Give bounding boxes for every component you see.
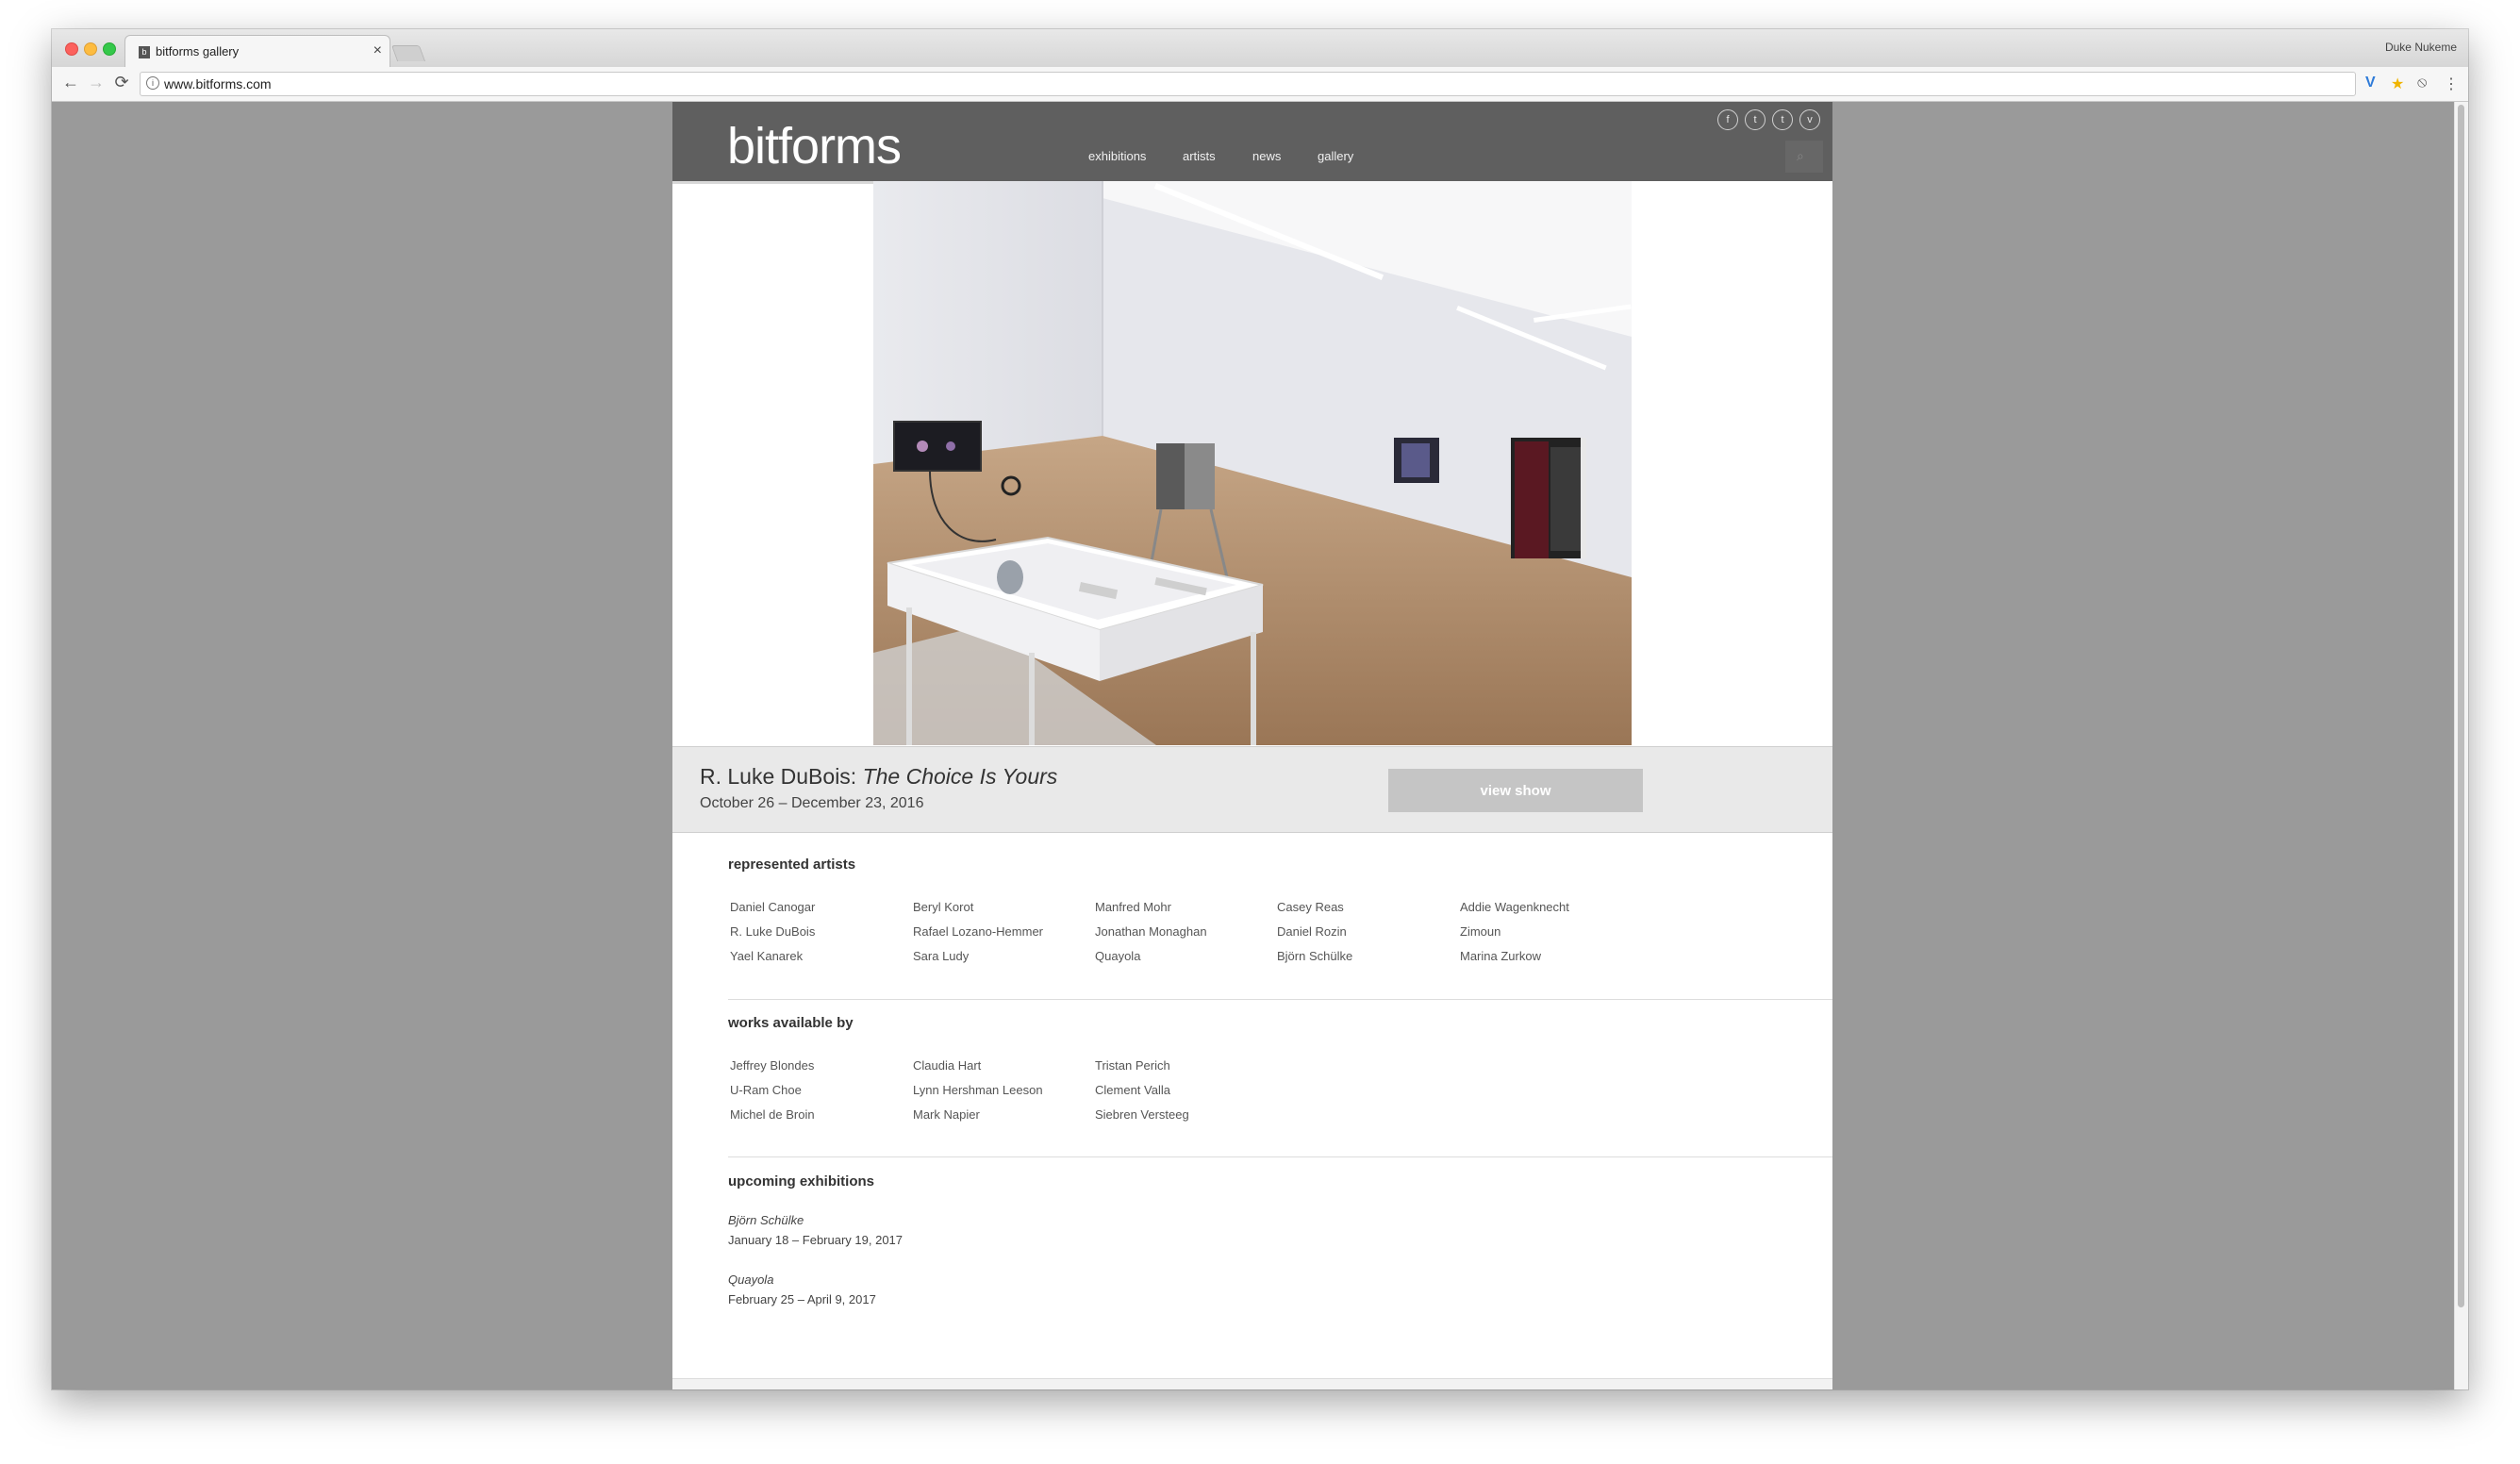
nav-exhibitions[interactable]: exhibitions <box>1088 149 1146 163</box>
upcoming-exhibition-name[interactable]: Quayola <box>728 1273 773 1287</box>
nav-news[interactable]: news <box>1252 149 1281 163</box>
scrollbar-thumb[interactable] <box>2458 105 2464 1307</box>
url-text[interactable]: www.bitforms.com <box>164 76 272 92</box>
artist-link[interactable]: Tristan Perich <box>1095 1058 1170 1073</box>
tab-close-icon[interactable]: × <box>373 42 382 59</box>
tab-bitforms-gallery[interactable]: b bitforms gallery × <box>124 35 390 68</box>
back-arrow-icon[interactable]: ← <box>60 73 81 92</box>
nav-gallery[interactable]: gallery <box>1318 149 1353 163</box>
featured-artist: R. Luke DuBois: <box>700 764 863 789</box>
new-tab-button[interactable] <box>390 45 426 61</box>
page-scrollbar[interactable] <box>2454 102 2468 1389</box>
artist-link[interactable]: Lynn Hershman Leeson <box>913 1083 1043 1097</box>
artist-link[interactable]: Casey Reas <box>1277 900 1344 914</box>
site-info-icon[interactable]: i <box>146 76 159 90</box>
address-bar[interactable]: i www.bitforms.com <box>140 72 2356 96</box>
twitter-icon[interactable]: t <box>1745 109 1766 130</box>
extension-v-icon[interactable]: V <box>2365 75 2376 92</box>
close-window-button[interactable] <box>65 42 78 56</box>
featured-title[interactable]: R. Luke DuBois: The Choice Is Yours <box>700 764 1057 790</box>
footer-edge <box>672 1378 1832 1389</box>
featured-exhibition-photo[interactable] <box>873 181 1632 745</box>
artist-link[interactable]: Sara Ludy <box>913 949 969 963</box>
facebook-icon[interactable]: f <box>1717 109 1738 130</box>
artist-link[interactable]: Quayola <box>1095 949 1140 963</box>
favicon-icon: b <box>139 46 150 58</box>
tab-title: bitforms gallery <box>156 44 240 58</box>
artist-link[interactable]: Jeffrey Blondes <box>730 1058 814 1073</box>
extension-block-icon[interactable]: ⦸ <box>2417 75 2427 92</box>
title-bar: b bitforms gallery × Duke Nukeme <box>52 29 2468 68</box>
upcoming-exhibitions-heading: upcoming exhibitions <box>728 1173 875 1190</box>
artist-link[interactable]: U-Ram Choe <box>730 1083 802 1097</box>
vimeo-icon[interactable]: v <box>1799 109 1820 130</box>
artist-link[interactable]: Beryl Korot <box>913 900 973 914</box>
forward-arrow-icon[interactable]: → <box>86 73 107 92</box>
site-header: bitforms exhibitions artists news galler… <box>672 102 1832 181</box>
artist-link[interactable]: Mark Napier <box>913 1107 980 1122</box>
artist-link[interactable]: Siebren Versteeg <box>1095 1107 1189 1122</box>
artist-link[interactable]: Clement Valla <box>1095 1083 1170 1097</box>
artist-link[interactable]: Yael Kanarek <box>730 949 803 963</box>
tumblr-icon[interactable]: t <box>1772 109 1793 130</box>
site-logo[interactable]: bitforms <box>727 117 902 175</box>
browser-toolbar: ← → ⟳ i www.bitforms.com V ★ ⦸ ⋮ <box>52 67 2468 102</box>
artist-link[interactable]: Zimoun <box>1460 924 1500 939</box>
upcoming-exhibition-dates: February 25 – April 9, 2017 <box>728 1292 876 1306</box>
bookmark-star-icon[interactable]: ★ <box>2391 75 2404 93</box>
artist-link[interactable]: Björn Schülke <box>1277 949 1352 963</box>
reload-icon[interactable]: ⟳ <box>111 73 132 92</box>
artist-link[interactable]: Addie Wagenknecht <box>1460 900 1569 914</box>
upcoming-exhibition-dates: January 18 – February 19, 2017 <box>728 1233 904 1247</box>
featured-dates: October 26 – December 23, 2016 <box>700 795 924 811</box>
artist-link[interactable]: Jonathan Monaghan <box>1095 924 1207 939</box>
upcoming-exhibition-name[interactable]: Björn Schülke <box>728 1213 804 1227</box>
browser-window: b bitforms gallery × Duke Nukeme ← → ⟳ i… <box>52 29 2468 1389</box>
artist-link[interactable]: Rafael Lozano-Hemmer <box>913 924 1043 939</box>
maximize-window-button[interactable] <box>103 42 116 56</box>
page-viewport: bitforms exhibitions artists news galler… <box>52 102 2468 1389</box>
featured-caption: R. Luke DuBois: The Choice Is Yours Octo… <box>672 746 1832 833</box>
artist-link[interactable]: Daniel Rozin <box>1277 924 1347 939</box>
minimize-window-button[interactable] <box>84 42 97 56</box>
featured-show-title: The Choice Is Yours <box>862 764 1058 789</box>
menu-dots-icon[interactable]: ⋮ <box>2444 75 2459 93</box>
profile-name[interactable]: Duke Nukeme <box>2385 41 2457 54</box>
search-icon: ⌕ <box>1797 148 1804 163</box>
artist-link[interactable]: Marina Zurkow <box>1460 949 1541 963</box>
site-page: bitforms exhibitions artists news galler… <box>672 102 1832 1389</box>
artist-link[interactable]: Daniel Canogar <box>730 900 815 914</box>
nav-artists[interactable]: artists <box>1183 149 1216 163</box>
works-available-heading: works available by <box>728 1015 854 1031</box>
artist-link[interactable]: R. Luke DuBois <box>730 924 815 939</box>
artist-link[interactable]: Claudia Hart <box>913 1058 981 1073</box>
artist-link[interactable]: Manfred Mohr <box>1095 900 1171 914</box>
view-show-button[interactable]: view show <box>1388 769 1643 812</box>
represented-artists-heading: represented artists <box>728 857 856 873</box>
artist-link[interactable]: Michel de Broin <box>730 1107 815 1122</box>
section-divider <box>728 1156 1832 1157</box>
section-divider <box>728 999 1832 1000</box>
search-input[interactable]: ⌕ <box>1785 141 1823 173</box>
